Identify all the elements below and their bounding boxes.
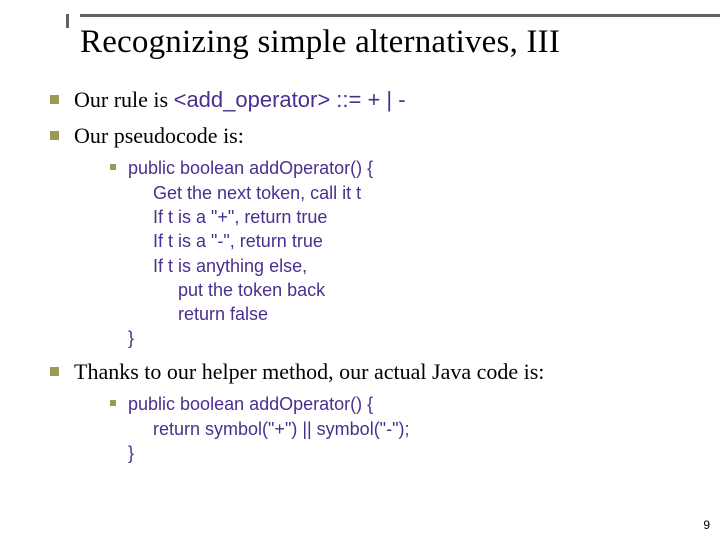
title-underline bbox=[80, 14, 720, 17]
java-code-item: public boolean addOperator() { return sy… bbox=[110, 392, 700, 465]
bullet-list-level2-java: public boolean addOperator() { return sy… bbox=[110, 392, 700, 465]
bullet-pseudocode-intro: Our pseudocode is: public boolean addOpe… bbox=[50, 121, 700, 351]
pseudo-code-block: public boolean addOperator() { Get the n… bbox=[128, 156, 700, 350]
bullet-rule: Our rule is <add_operator> ::= + | - bbox=[50, 85, 700, 115]
rule-code: <add_operator> ::= + | - bbox=[174, 87, 406, 112]
page-number: 9 bbox=[703, 518, 710, 532]
pseudo-intro-text: Our pseudocode is: bbox=[74, 123, 244, 148]
bullet-list-level1: Our rule is <add_operator> ::= + | - Our… bbox=[50, 85, 700, 465]
pseudo-code-item: public boolean addOperator() { Get the n… bbox=[110, 156, 700, 350]
java-code-block: public boolean addOperator() { return sy… bbox=[128, 392, 700, 465]
slide-title: Recognizing simple alternatives, III bbox=[80, 14, 700, 61]
rule-prefix: Our rule is bbox=[74, 87, 174, 112]
slide: Recognizing simple alternatives, III Our… bbox=[0, 0, 720, 540]
title-block: Recognizing simple alternatives, III bbox=[80, 14, 700, 61]
bullet-thanks: Thanks to our helper method, our actual … bbox=[50, 357, 700, 466]
bullet-list-level2-pseudo: public boolean addOperator() { Get the n… bbox=[110, 156, 700, 350]
thanks-text: Thanks to our helper method, our actual … bbox=[74, 359, 544, 384]
title-tick bbox=[66, 14, 69, 28]
